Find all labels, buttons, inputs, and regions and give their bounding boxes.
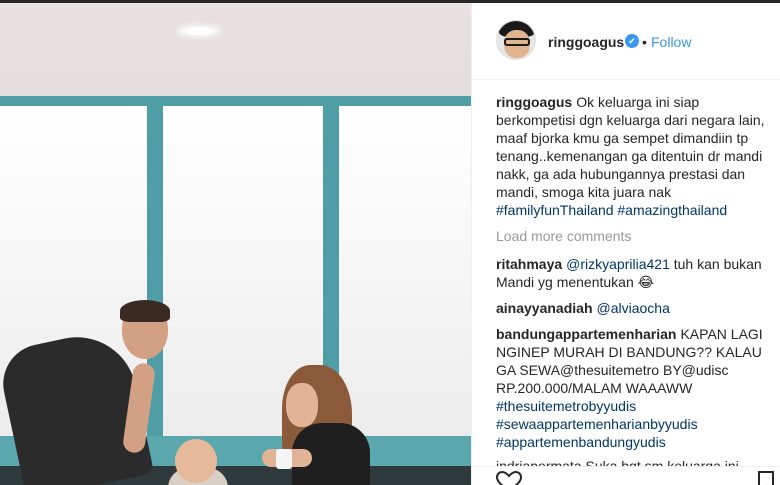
avatar[interactable] [496,20,536,60]
comment-mention[interactable]: @alviaocha [597,300,670,316]
post-actions [472,466,780,485]
avatar-glasses [504,38,530,46]
cup [276,449,292,469]
caption-username[interactable]: ringgoagus [496,94,572,110]
post-side-panel: ringgoagus ✔ • Follow ringgoagus Ok kelua… [471,3,780,485]
comment: ritahmaya @rizkyaprilia421 tuh kan bukan … [496,255,768,291]
separator-dot: • [642,34,647,50]
post-photo[interactable] [0,3,471,485]
comment-hashtags[interactable]: #thesuitemetrobyyudis #sewaappartemenhar… [496,398,698,450]
baby-head [175,439,217,483]
comment-username[interactable]: bandungappartemenharian [496,326,676,342]
comments-list: ringgoagus Ok keluarga ini siap berkompet… [496,93,768,459]
man-hair [120,300,170,322]
partial-comment: indriapermata Suka bgt sm keluarga ini [496,458,739,466]
woman-face [286,383,318,427]
heart-icon[interactable] [496,471,522,485]
comment-username[interactable]: ainayyanadiah [496,300,593,316]
follow-button[interactable]: Follow [651,34,691,50]
ceiling-light [177,25,221,37]
comment: bandungappartemenharian KAPAN LAGI NGINEP… [496,325,768,451]
window-pane [339,106,471,436]
verified-badge-icon: ✔ [625,34,639,48]
load-more-comments-button[interactable]: Load more comments [496,227,768,245]
author-username[interactable]: ringgoagus [548,34,624,50]
bookmark-icon[interactable] [758,471,774,485]
comment: ainayyanadiah @alviaocha [496,299,768,317]
caption: ringgoagus Ok keluarga ini siap berkompet… [496,93,768,219]
comment-mention[interactable]: @rizkyaprilia421 [566,256,670,272]
post-header: ringgoagus ✔ • Follow [472,3,780,80]
caption-hashtags[interactable]: #familyfunThailand #amazingthailand [496,202,727,218]
comment-username[interactable]: ritahmaya [496,256,562,272]
